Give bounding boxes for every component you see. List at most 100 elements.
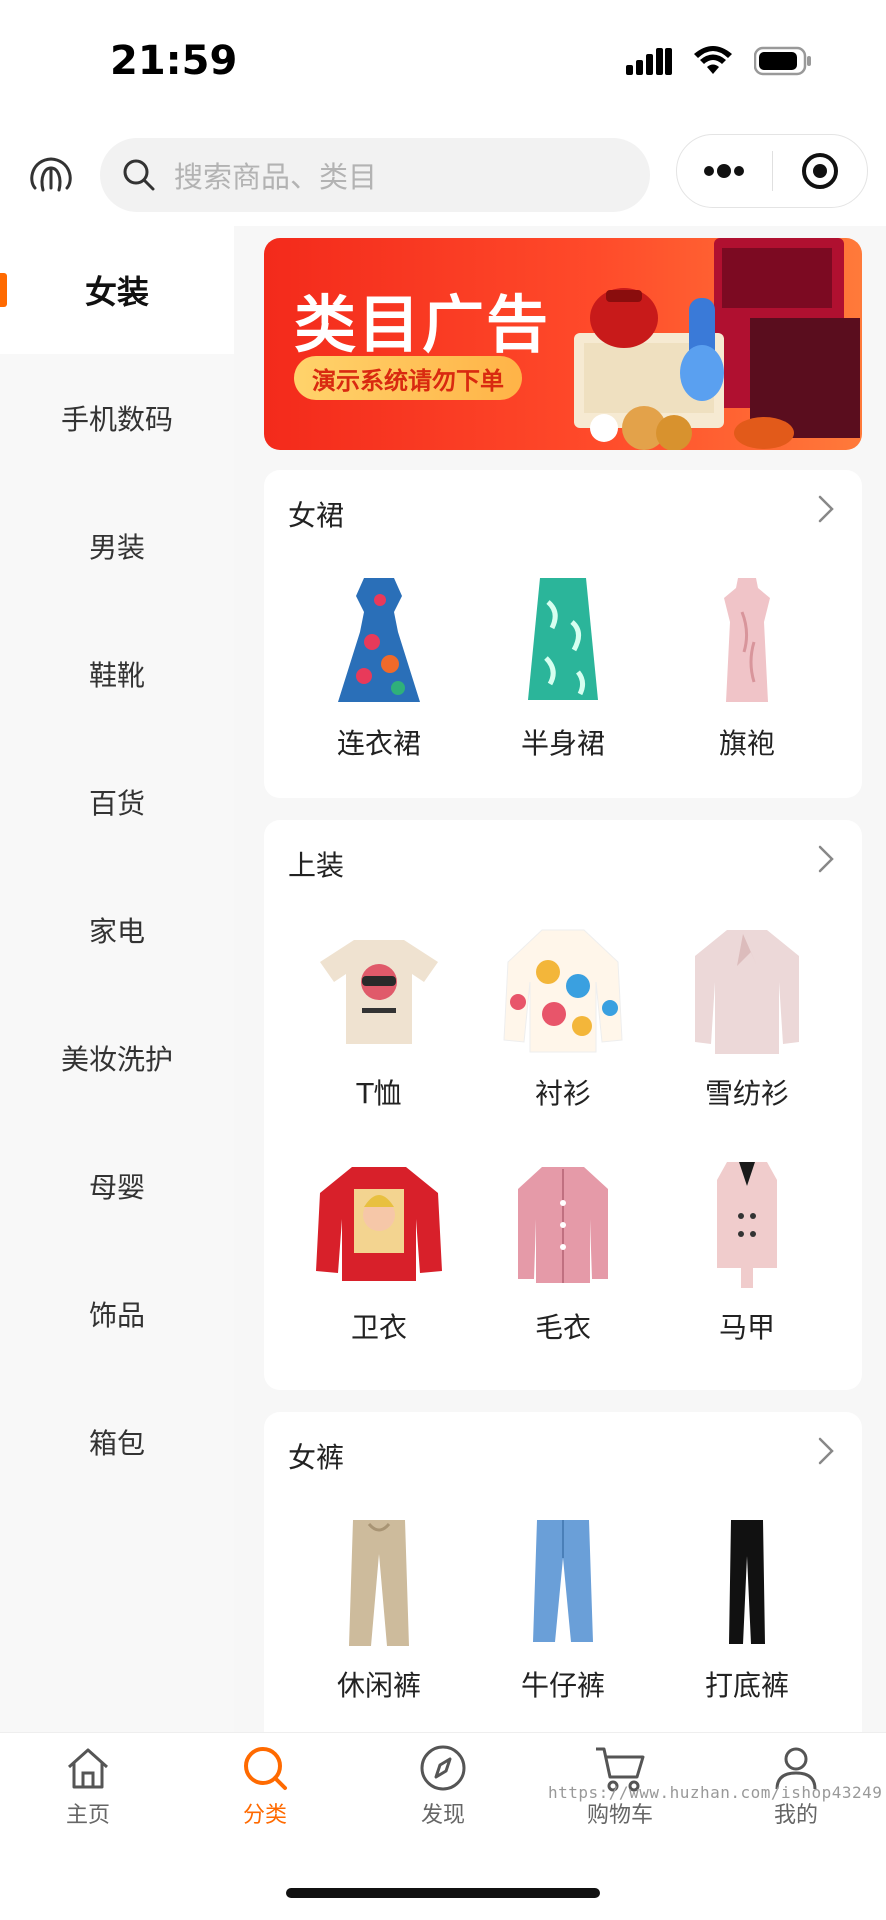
skirt-image — [493, 570, 633, 710]
compass-icon — [420, 1745, 466, 1791]
subcategory-label: 休闲裤 — [336, 1669, 421, 1702]
more-dots-icon — [704, 164, 745, 178]
section-card-pants: 女裤 休闲裤 牛仔裤 打底裤 — [264, 1412, 862, 1732]
subcategory-tshirt[interactable]: T恤 — [287, 920, 471, 1112]
section-card-tops: 上装 T恤 衬衫 雪纺衫 卫衣 毛衣 马甲 — [264, 820, 862, 1390]
chevron-right-icon[interactable] — [816, 1436, 836, 1466]
close-miniprogram-button[interactable] — [773, 134, 868, 208]
sweater-image — [493, 1154, 633, 1294]
section-title: 上装 — [288, 849, 345, 882]
subcategory-leggings[interactable]: 打底裤 — [655, 1512, 839, 1704]
subcategory-label: 雪纺衫 — [704, 1077, 789, 1110]
subcategory-label: 连衣裙 — [336, 727, 421, 760]
search-input[interactable]: 搜索商品、类目 — [100, 138, 650, 212]
section-title: 女裙 — [288, 499, 345, 532]
status-icons — [626, 46, 812, 76]
logo-icon[interactable] — [26, 150, 76, 200]
qipao-image — [677, 570, 817, 710]
sidebar-item-label: 百货 — [88, 787, 145, 820]
tshirt-image — [309, 920, 449, 1060]
search-placeholder: 搜索商品、类目 — [174, 160, 378, 194]
sidebar-item-label: 女装 — [84, 273, 149, 311]
section-title: 女裤 — [288, 1441, 345, 1474]
subcategory-label: 毛衣 — [534, 1311, 591, 1344]
sidebar-item-label: 手机数码 — [60, 403, 173, 436]
tab-home[interactable]: 主页 — [28, 1743, 148, 1829]
sidebar-item-baby[interactable]: 母婴 — [0, 1122, 234, 1250]
search-icon — [123, 159, 155, 191]
ad-banner[interactable]: 类目广告 演示系统请勿下单 — [264, 238, 862, 450]
sidebar-item-digital[interactable]: 手机数码 — [0, 354, 234, 482]
sidebar-item-womens[interactable]: 女装 — [0, 226, 234, 354]
vest-image — [677, 1154, 817, 1294]
subcategory-casual-pants[interactable]: 休闲裤 — [287, 1512, 471, 1704]
banner-title: 类目广告 — [294, 288, 551, 361]
subcategory-dress[interactable]: 连衣裙 — [287, 570, 471, 762]
sidebar-item-general[interactable]: 百货 — [0, 738, 234, 866]
tab-category[interactable]: 分类 — [205, 1743, 325, 1829]
tab-label: 主页 — [65, 1803, 110, 1828]
status-bar: 21:59 — [0, 0, 886, 130]
sidebar-item-mens[interactable]: 男装 — [0, 482, 234, 610]
subcategory-label: 卫衣 — [350, 1311, 407, 1344]
sidebar-item-appliances[interactable]: 家电 — [0, 866, 234, 994]
subcategory-grid: T恤 衬衫 雪纺衫 卫衣 毛衣 马甲 — [264, 920, 862, 1346]
wifi-icon — [694, 46, 732, 74]
sidebar-item-shoes[interactable]: 鞋靴 — [0, 610, 234, 738]
category-sidebar: 女装 手机数码 男装 鞋靴 百货 家电 美妆洗护 母婴 饰品 箱包 — [0, 226, 234, 1732]
home-indicator[interactable] — [286, 1888, 600, 1898]
subcategory-label: 打底裤 — [704, 1669, 789, 1702]
subcategory-label: 半身裙 — [520, 727, 605, 760]
sidebar-item-label: 母婴 — [88, 1171, 145, 1204]
sidebar-item-accessories[interactable]: 饰品 — [0, 1250, 234, 1378]
header: 搜索商品、类目 — [0, 130, 886, 226]
subcategory-chiffon[interactable]: 雪纺衫 — [655, 920, 839, 1112]
signal-icon — [626, 48, 672, 75]
tab-label: 分类 — [242, 1803, 287, 1828]
sidebar-item-label: 饰品 — [88, 1299, 145, 1332]
battery-icon — [754, 46, 811, 76]
more-button[interactable] — [677, 134, 772, 208]
sidebar-item-label: 美妆洗护 — [60, 1043, 173, 1076]
status-time: 21:59 — [110, 38, 238, 84]
bottom-tabbar: 主页 分类 发现 购物车 我的 https://www.huzhan.com/i… — [0, 1732, 886, 1920]
sidebar-item-label: 箱包 — [88, 1427, 145, 1460]
subcategory-vest[interactable]: 马甲 — [655, 1154, 839, 1346]
subcategory-grid: 休闲裤 牛仔裤 打底裤 — [264, 1512, 862, 1704]
subcategory-hoodie[interactable]: 卫衣 — [287, 1154, 471, 1346]
subcategory-qipao[interactable]: 旗袍 — [655, 570, 839, 762]
leggings-image — [677, 1512, 817, 1652]
dress-image — [309, 570, 449, 710]
target-icon — [801, 153, 838, 189]
sidebar-item-label: 家电 — [88, 915, 145, 948]
banner-subtitle: 演示系统请勿下单 — [294, 356, 522, 400]
watermark-text: https://www.huzhan.com/ishop43249 — [548, 1783, 883, 1802]
home-icon — [67, 1748, 109, 1789]
shirt-image — [493, 920, 633, 1060]
sidebar-item-bags[interactable]: 箱包 — [0, 1378, 234, 1506]
subcategory-label: 衬衫 — [534, 1077, 591, 1110]
miniprogram-capsule — [676, 134, 868, 208]
sidebar-item-label: 男装 — [88, 531, 145, 564]
subcategory-label: T恤 — [356, 1077, 402, 1110]
subcategory-label: 旗袍 — [718, 727, 775, 760]
sidebar-item-beauty[interactable]: 美妆洗护 — [0, 994, 234, 1122]
casual-pants-image — [309, 1512, 449, 1652]
jeans-image — [493, 1512, 633, 1652]
sidebar-item-label: 鞋靴 — [88, 659, 145, 692]
subcategory-label: 牛仔裤 — [520, 1669, 605, 1702]
banner-gift-illustration — [574, 238, 860, 450]
subcategory-label: 马甲 — [718, 1311, 775, 1344]
tab-label: 发现 — [420, 1803, 465, 1828]
section-card-skirts: 女裙 连衣裙 半身裙 旗袍 — [264, 470, 862, 798]
chiffon-image — [677, 920, 817, 1060]
subcategory-sweater[interactable]: 毛衣 — [471, 1154, 655, 1346]
search-icon — [244, 1747, 287, 1790]
chevron-right-icon[interactable] — [816, 844, 836, 874]
tab-discover[interactable]: 发现 — [383, 1743, 503, 1829]
subcategory-skirt[interactable]: 半身裙 — [471, 570, 655, 762]
subcategory-grid: 连衣裙 半身裙 旗袍 — [264, 570, 862, 762]
chevron-right-icon[interactable] — [816, 494, 836, 524]
subcategory-shirt[interactable]: 衬衫 — [471, 920, 655, 1112]
subcategory-jeans[interactable]: 牛仔裤 — [471, 1512, 655, 1704]
